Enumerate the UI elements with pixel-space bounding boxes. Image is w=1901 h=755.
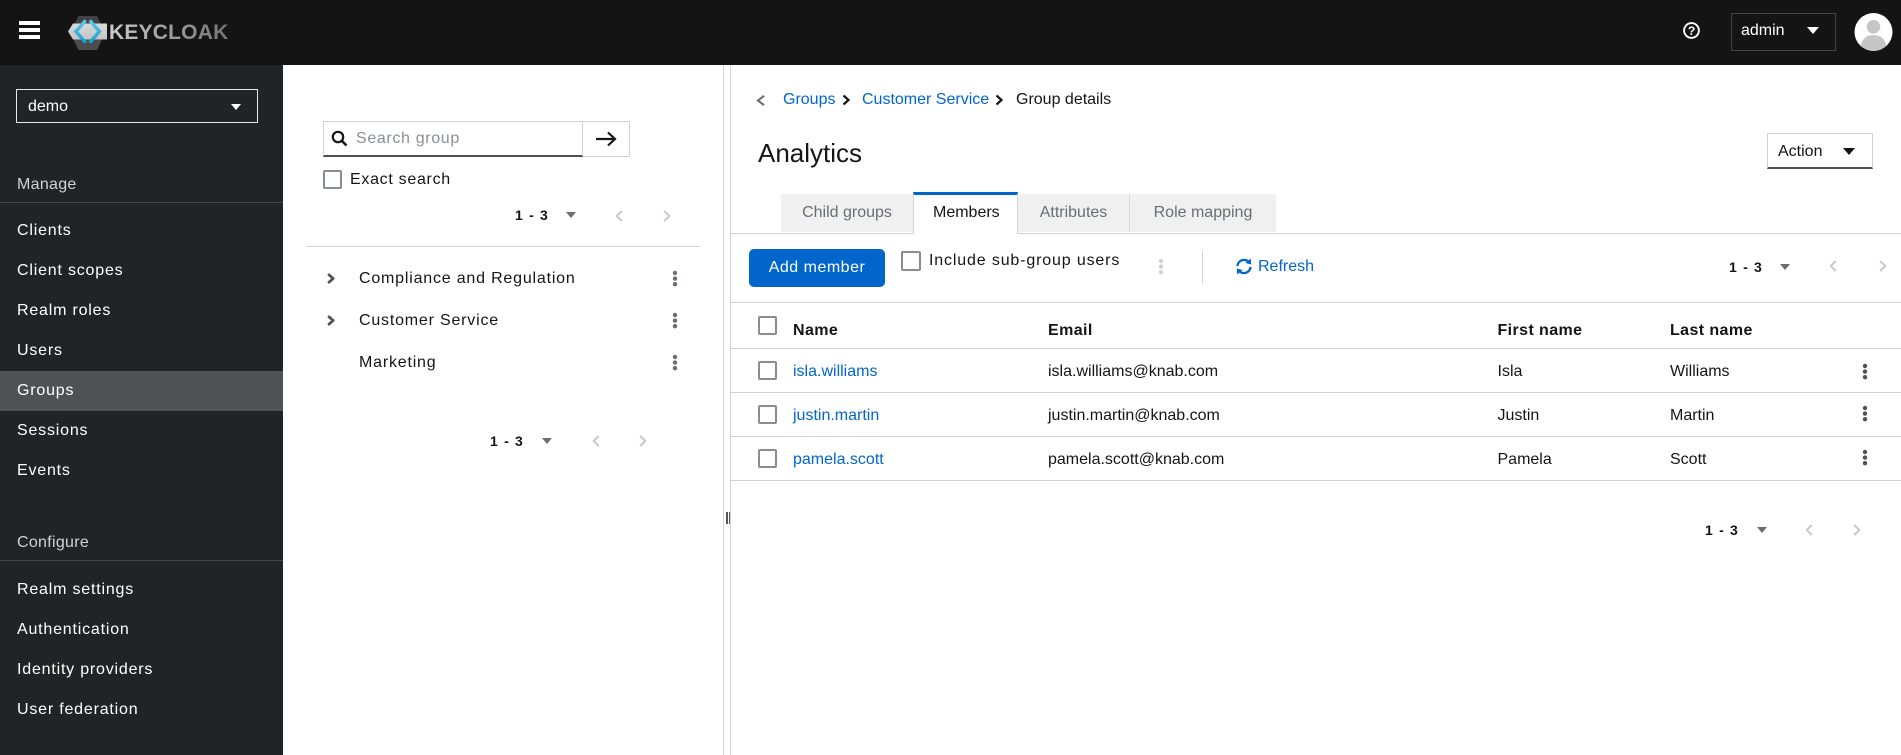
svg-text:KEYCLOAK: KEYCLOAK <box>109 21 228 44</box>
svg-text:?: ? <box>1688 24 1695 38</box>
